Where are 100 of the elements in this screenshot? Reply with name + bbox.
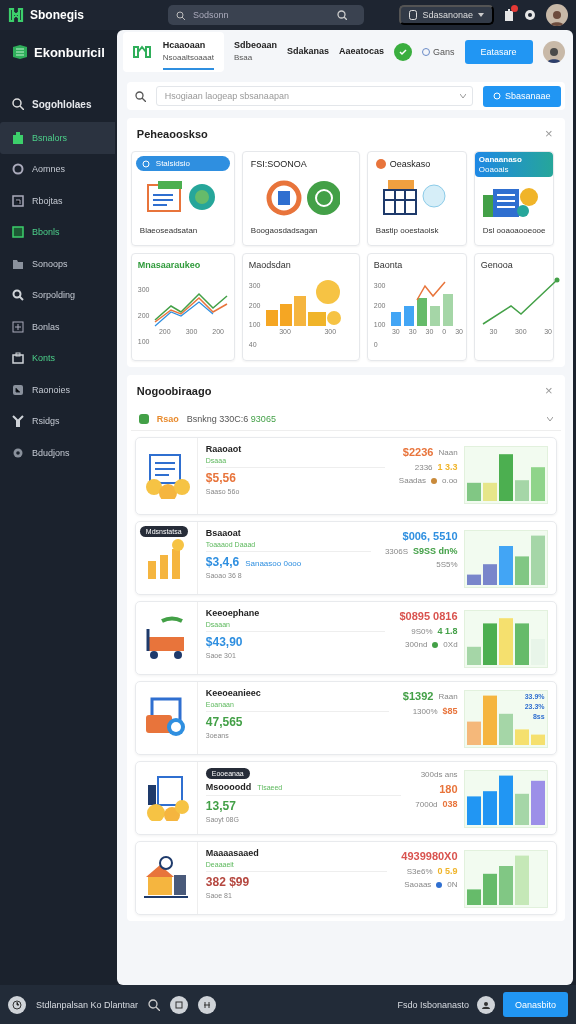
stat-value: 0 5.9	[437, 866, 458, 876]
overview-card[interactable]: Stalsidsio Blaeoseadsatan	[130, 151, 235, 246]
category-pill: Stalsidsio	[135, 156, 230, 171]
gear-icon	[524, 9, 536, 21]
badge-icon	[375, 159, 386, 169]
caret-icon	[478, 13, 484, 17]
stat-label: Saadas	[398, 476, 426, 485]
stat-value: $006, 5510	[402, 530, 458, 542]
stat-label: Saoaas	[404, 880, 432, 889]
card-caption: Blaeoseadsatan	[138, 226, 199, 237]
record-amount: $5,56	[205, 471, 236, 485]
status-text: Stdlanpalsan Ko Dlantnar	[36, 999, 139, 1010]
tab[interactable]: Sdbeoaan Bsaa	[233, 34, 277, 70]
stat-value: 4939980X0	[401, 850, 458, 862]
stat-value: $2236	[402, 446, 434, 458]
stat-label: 300ds ans	[420, 770, 458, 779]
filter-text: Bsnkng 330C:6 93065	[186, 414, 276, 424]
stat-value: 0Xd	[443, 640, 458, 649]
stat-label: 9S0%	[411, 626, 433, 636]
card-banner: Oanaanaso Ooaoais	[474, 152, 553, 177]
sidebar-search[interactable]: Sogohlolaes	[0, 86, 115, 122]
record-title: Keeoeanieec	[205, 688, 261, 698]
logo-icon	[8, 7, 24, 23]
filter-tag: Rsao	[156, 414, 179, 424]
record-amount: $43,90	[205, 635, 243, 649]
stat-value: o.oo	[442, 476, 458, 485]
record-amount: $3,4,6	[205, 555, 240, 569]
record-detail: Sanaasoo 0ooo	[245, 559, 302, 568]
sidebar-item[interactable]: Sonoops	[0, 248, 115, 280]
record-title: Keeoephane	[205, 608, 260, 618]
stat-value: 180	[439, 783, 458, 795]
caret-icon	[460, 94, 467, 98]
filter-bar[interactable]: Rsao Bsnkng 330C:6 93065	[130, 408, 561, 431]
stat-value: S9SS dn%	[413, 546, 458, 556]
sidebar-item[interactable]: Bdudjons	[0, 437, 115, 469]
stat-label: 7000d	[415, 799, 438, 809]
account-menu[interactable]: Sdasanonae	[399, 5, 494, 25]
overview-card[interactable]: Oeaskaso Bastip ooestaoisk	[366, 151, 467, 246]
record-amount: 382 $99	[205, 875, 250, 889]
tab[interactable]: Aaeatocas	[339, 40, 385, 64]
app-title: Ekonburicil	[34, 44, 105, 60]
stat-label: 5S5%	[436, 560, 458, 569]
record-title: Raaoaot	[205, 444, 242, 454]
tab[interactable]: Sdakanas	[286, 40, 329, 64]
record-title: Msoooodd	[205, 782, 252, 792]
record-amount: 47,565	[205, 715, 243, 729]
stat-value: $0895 0816	[399, 610, 458, 622]
chart-title: Genooa	[480, 260, 514, 270]
search-icon	[12, 98, 24, 110]
check-icon[interactable]	[394, 43, 413, 61]
chart-title: Maodsdan	[248, 260, 292, 270]
overview-card[interactable]: FSI:SOONOA Boogaosdadsagan	[241, 151, 360, 246]
sidebar-item[interactable]: Bsnalors	[0, 122, 115, 154]
board-icon	[12, 226, 24, 239]
caret-icon	[546, 417, 553, 421]
stat-value: $85	[442, 706, 458, 716]
overview-card[interactable]: Oanaanaso Ooaoais Dsl ooaoaooeooe	[473, 151, 554, 246]
radio-option[interactable]: Gans	[422, 47, 455, 57]
sidebar-item[interactable]: Raonoies	[0, 374, 115, 406]
card-title: Oeaskaso	[389, 159, 431, 169]
avatar[interactable]	[542, 41, 565, 63]
stat-label: 2336	[414, 462, 433, 472]
section-title: Nogoobiraago	[136, 384, 212, 397]
bag-icon	[12, 131, 24, 144]
logo-icon	[12, 44, 28, 60]
sidebar-item[interactable]: Aomnes	[0, 153, 115, 185]
stat-label: 1300%	[412, 706, 438, 716]
card-caption: Bastip ooestaoisk	[374, 226, 440, 237]
info-text: Fsdo Isbonanasto	[397, 999, 469, 1010]
card-caption: Boogaosdadsagan	[249, 226, 319, 237]
stat-unit: Naan	[438, 447, 458, 457]
sidebar-item[interactable]: Bonlas	[0, 311, 115, 343]
search-field[interactable]: Sodsonn	[168, 5, 364, 25]
brand-name: Sbonegis	[30, 8, 84, 22]
search-input[interactable]: Sodsonn	[191, 9, 331, 21]
card-title: FSI:SOONOA	[250, 159, 307, 169]
search-icon	[337, 10, 347, 20]
circle-icon	[12, 163, 24, 176]
device-icon	[409, 10, 418, 20]
clock-icon[interactable]	[8, 995, 26, 1014]
stat-value: $1392	[402, 690, 434, 702]
gear-icon	[12, 446, 24, 459]
sidebar-item[interactable]: Rsidgs	[0, 405, 115, 437]
sidebar-item[interactable]: Bbonls	[0, 216, 115, 248]
search-field[interactable]: Hsogiaan laogeap sbsanaapan	[155, 86, 474, 106]
stat-unit: Raan	[438, 691, 458, 701]
sidebar-item[interactable]: Sorpolding	[0, 279, 115, 311]
tab[interactable]: Hcaaoaan Nsoaaltsoaaat	[162, 34, 214, 70]
chart-title: Mnasaaraukeo	[137, 260, 202, 270]
sidebar-item[interactable]: Rbojtas	[0, 185, 115, 217]
sidebar-item[interactable]: Konts	[0, 342, 115, 374]
search-icon	[134, 90, 146, 102]
logo-icon	[132, 44, 151, 60]
user-icon[interactable]	[476, 995, 495, 1014]
avatar[interactable]	[546, 4, 568, 26]
stat-value: 0N	[447, 880, 458, 889]
stat-value: 038	[442, 799, 458, 809]
doc-icon	[12, 194, 24, 207]
case-icon	[12, 352, 24, 365]
stat-value: 4 1.8	[437, 626, 458, 636]
